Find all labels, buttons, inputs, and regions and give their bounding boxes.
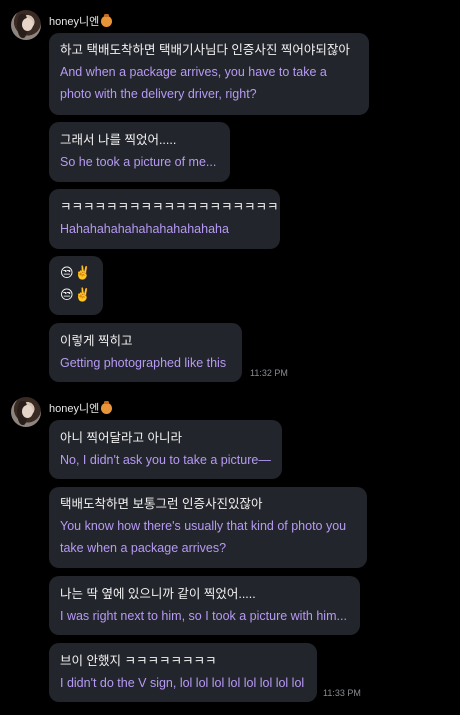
timestamp: 11:32 PM: [250, 368, 288, 378]
message-translation: Getting photographed like this: [60, 356, 227, 370]
avatar[interactable]: [11, 10, 41, 40]
message-bubble[interactable]: ㅋㅋㅋㅋㅋㅋㅋㅋㅋㅋㅋㅋㅋㅋㅋㅋㅋㅋㅋ Hahahahahahahahahaha…: [49, 189, 280, 249]
message-translation: You know how there's usually that kind o…: [60, 519, 347, 533]
message-bubble[interactable]: 😒✌️ 😒✌️: [49, 256, 103, 315]
message-bubble[interactable]: 나는 딱 옆에 있으니까 같이 찍었어..... I was right nex…: [49, 576, 360, 635]
honey-pot-icon: [101, 400, 113, 414]
message-bubble[interactable]: 아니 찍어달라고 아니라 No, I didn't ask you to tak…: [49, 420, 282, 479]
honey-pot-icon: [101, 13, 113, 27]
message-translation: photo with the delivery driver, right?: [60, 87, 257, 101]
message-text-korean: 나는 딱 옆에 있으니까 같이 찍었어.....: [60, 587, 256, 601]
message-bubble[interactable]: 이렇게 찍히고 Getting photographed like this: [49, 323, 242, 382]
message-bubble[interactable]: 택배도착하면 보통그런 인증사진있잖아 You know how there's…: [49, 487, 367, 568]
emoji-line: 😒✌️: [60, 265, 92, 280]
sender-label: honey니엔: [49, 16, 100, 28]
message-text-korean: 브이 안했지 ㅋㅋㅋㅋㅋㅋㅋㅋ: [60, 654, 217, 668]
message-translation: Hahahahahahahahahahahaha: [60, 222, 229, 236]
message-text-korean: 하고 택배도착하면 택배기사님다 인증사진 찍어야되잖아: [60, 43, 350, 57]
sender-label: honey니엔: [49, 403, 100, 415]
message-bubble[interactable]: 하고 택배도착하면 택배기사님다 인증사진 찍어야되잖아 And when a …: [49, 33, 369, 115]
message-bubble[interactable]: 그래서 나를 찍었어..... So he took a picture of …: [49, 122, 230, 182]
sender-name[interactable]: honey니엔: [49, 400, 113, 415]
message-text-korean: 아니 찍어달라고 아니라: [60, 431, 182, 445]
message-text-korean: ㅋㅋㅋㅋㅋㅋㅋㅋㅋㅋㅋㅋㅋㅋㅋㅋㅋㅋㅋ: [60, 200, 279, 214]
timestamp: 11:33 PM: [323, 688, 361, 698]
message-translation: I was right next to him, so I took a pic…: [60, 609, 347, 623]
sender-name[interactable]: honey니엔: [49, 13, 113, 28]
message-translation: take when a package arrives?: [60, 541, 227, 555]
message-text-korean: 택배도착하면 보통그런 인증사진있잖아: [60, 497, 263, 511]
message-text-korean: 이렇게 찍히고: [60, 334, 133, 348]
message-translation: And when a package arrives, you have to …: [60, 65, 327, 79]
message-bubble[interactable]: 브이 안했지 ㅋㅋㅋㅋㅋㅋㅋㅋ I didn't do the V sign, …: [49, 643, 317, 702]
message-text-korean: 그래서 나를 찍었어.....: [60, 133, 177, 147]
message-translation: I didn't do the V sign, lol lol lol lol …: [60, 676, 305, 690]
message-translation: No, I didn't ask you to take a picture—: [60, 453, 271, 467]
emoji-line: 😒✌️: [60, 287, 92, 302]
avatar[interactable]: [11, 397, 41, 427]
message-translation: So he took a picture of me...: [60, 155, 217, 169]
